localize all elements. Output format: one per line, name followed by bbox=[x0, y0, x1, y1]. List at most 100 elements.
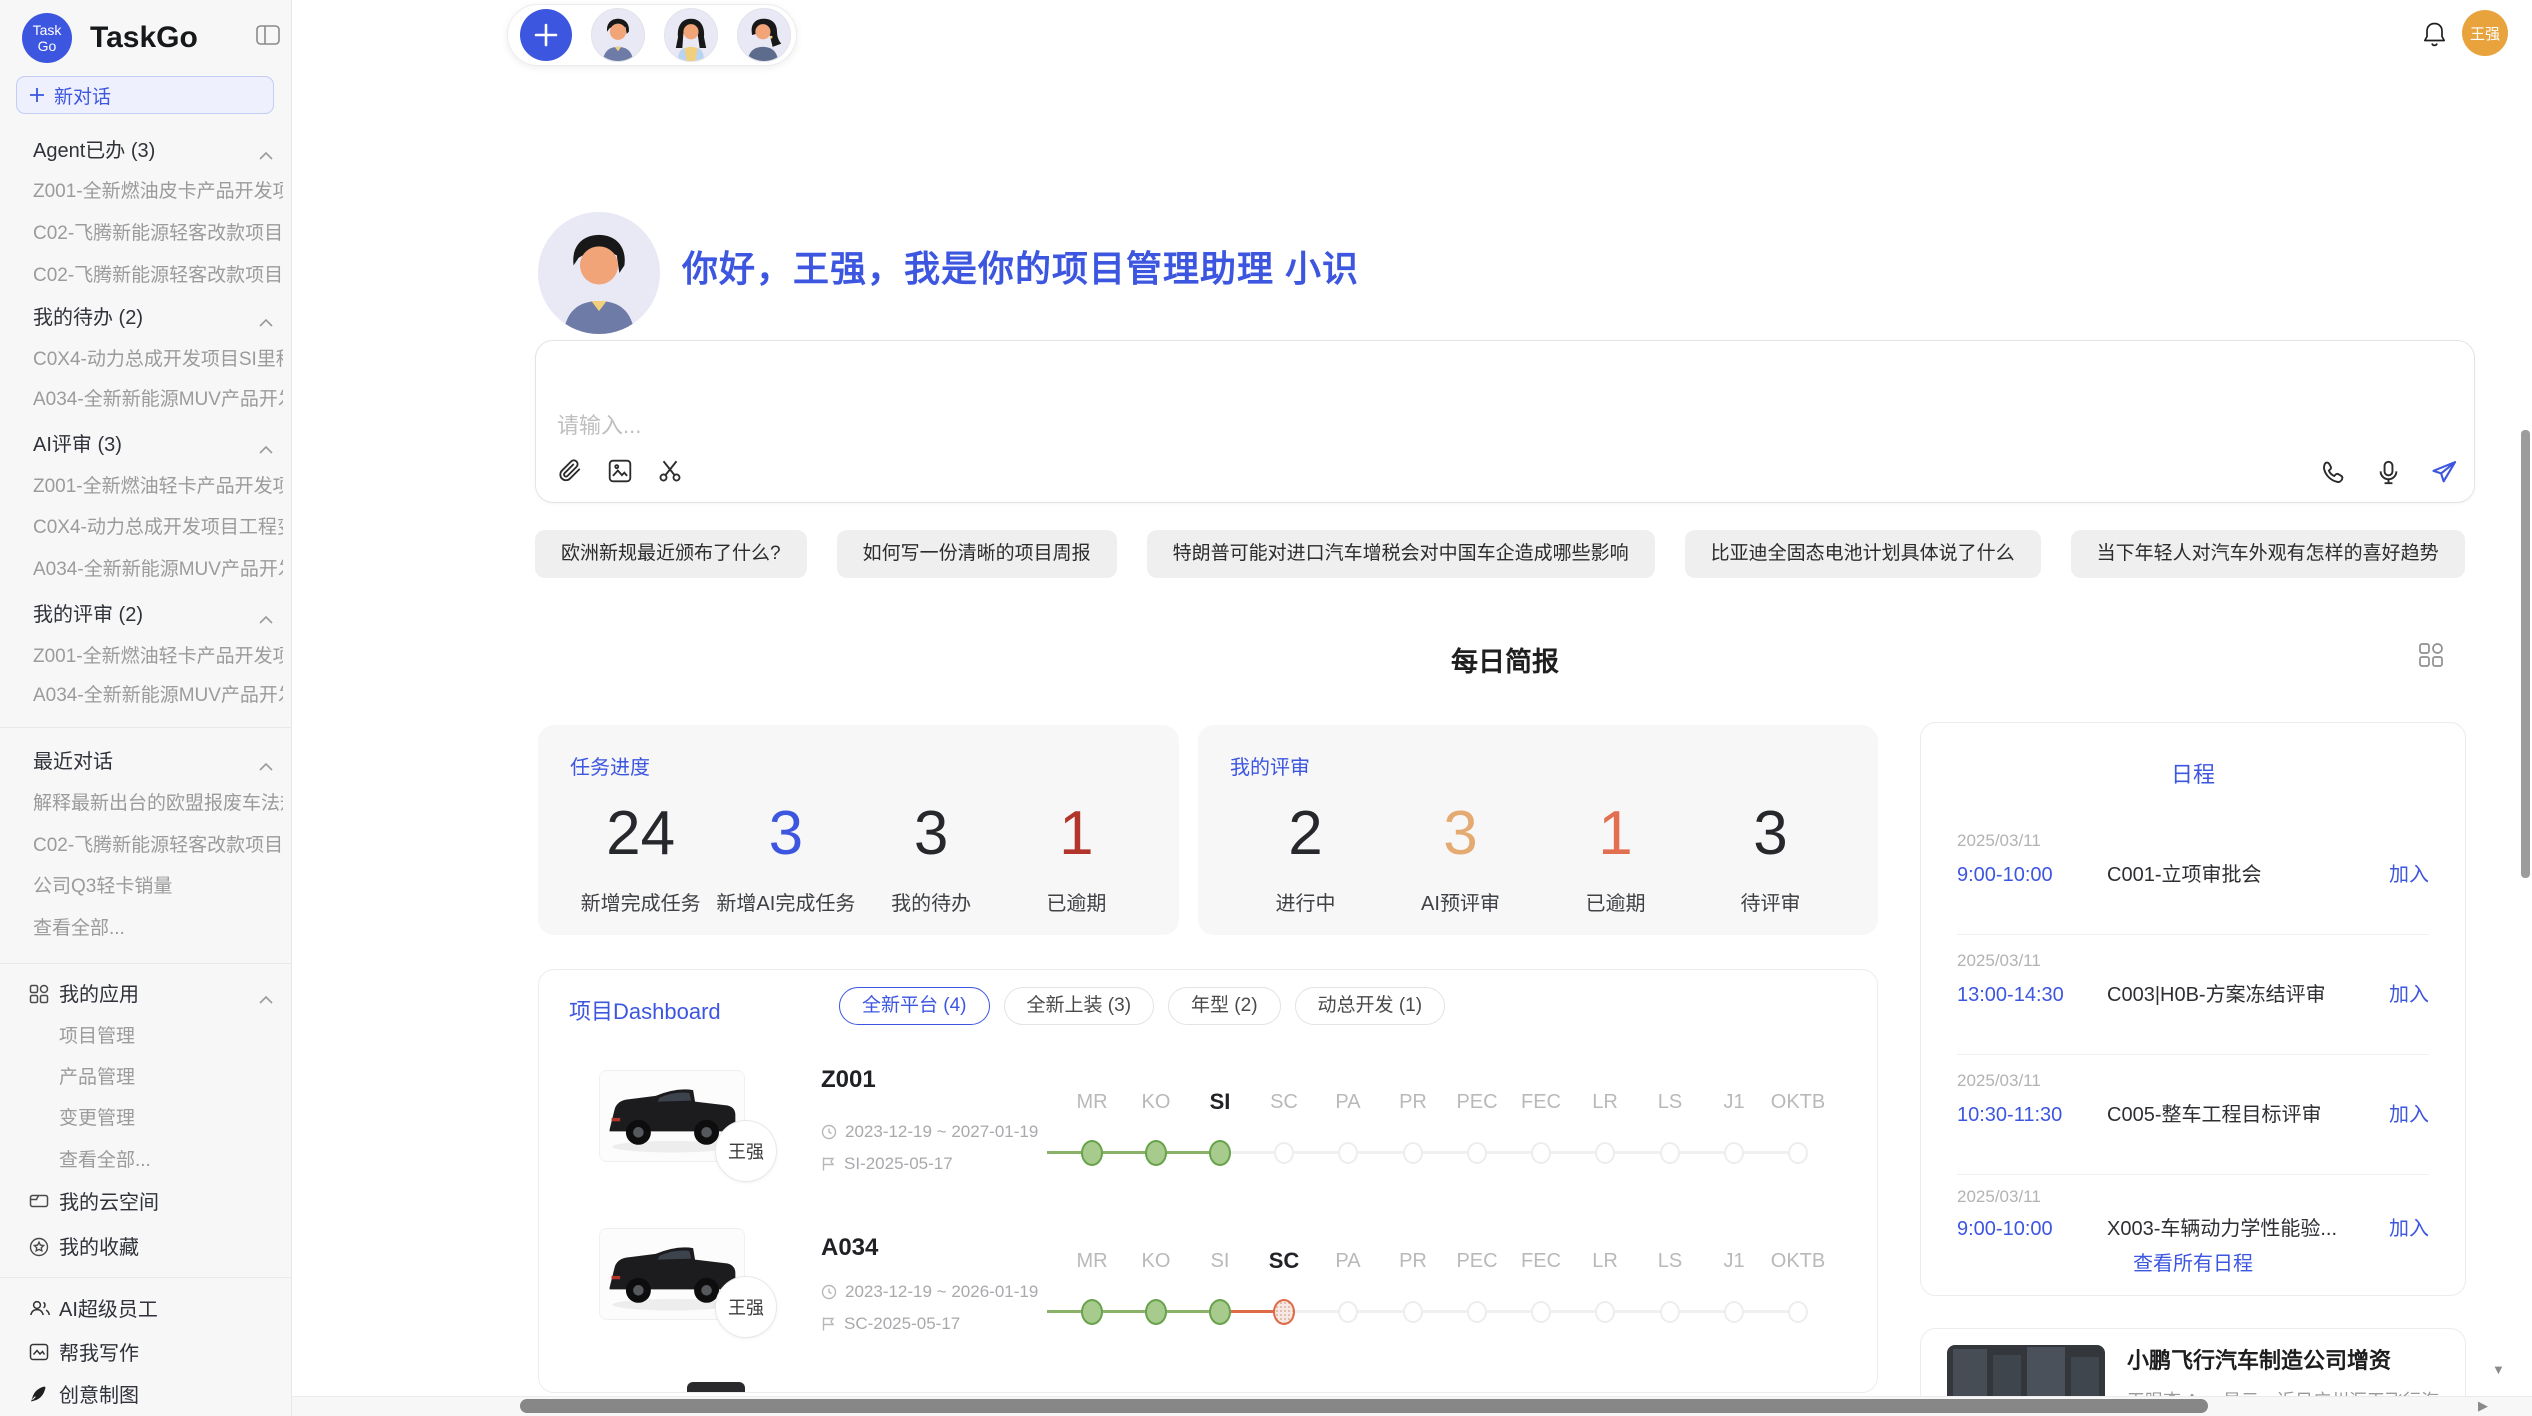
app-item-product-mgmt[interactable]: 产品管理 bbox=[59, 1064, 281, 1092]
image-upload-icon[interactable] bbox=[607, 458, 633, 484]
milestone-lr: LR bbox=[1573, 1247, 1637, 1323]
chat-input-box[interactable] bbox=[535, 340, 2475, 503]
app-item-project-mgmt[interactable]: 项目管理 bbox=[59, 1023, 281, 1051]
sidebar-item[interactable]: A034-全新新能源MUV产品开发项目法规符合性评审 bbox=[33, 556, 283, 584]
chevron-up-icon[interactable] bbox=[259, 441, 273, 450]
join-link[interactable]: 加入 bbox=[2389, 1213, 2429, 1245]
sidebar-item[interactable]: A034-全新新能源MUV产品开发项目计划变更表编写 bbox=[33, 386, 283, 414]
milestone-pr: PR bbox=[1381, 1088, 1445, 1164]
tab-year-model[interactable]: 年型 (2) bbox=[1168, 987, 1281, 1025]
send-icon[interactable] bbox=[2430, 458, 2458, 486]
milestone-oktb: OKTB bbox=[1766, 1088, 1830, 1164]
my-review-card: 我的评审 2进行中 3AI预评审 1已逾期 3待评审 bbox=[1198, 725, 1878, 935]
sidebar-item[interactable]: Z001-全新燃油皮卡产品开发项目SI节点Lesson Learn报告 bbox=[33, 178, 283, 206]
event-time: 9:00-10:00 bbox=[1957, 1213, 2053, 1245]
suggestion-chip[interactable]: 比亚迪全固态电池计划具体说了什么 bbox=[1685, 530, 2041, 578]
chevron-up-icon[interactable] bbox=[259, 147, 273, 156]
tab-powertrain[interactable]: 动总开发 (1) bbox=[1295, 987, 1446, 1025]
attachment-icon[interactable] bbox=[557, 458, 583, 484]
suggestion-chip[interactable]: 当下年轻人对汽车外观有怎样的喜好趋势 bbox=[2071, 530, 2465, 578]
horizontal-scrollbar[interactable] bbox=[520, 1399, 2208, 1413]
project-owner-avatar: 王强 bbox=[715, 1120, 777, 1182]
event-time: 13:00-14:30 bbox=[1957, 979, 2064, 1011]
recent-item[interactable]: C02-飞腾新能源轻客改款项目的闭环通告反馈情况 bbox=[33, 832, 283, 860]
recent-view-all[interactable]: 查看全部... bbox=[33, 915, 283, 943]
suggestion-chip[interactable]: 如何写一份清晰的项目周报 bbox=[837, 530, 1117, 578]
project-code[interactable]: Z001 bbox=[821, 1066, 876, 1094]
project-code[interactable]: A034 bbox=[821, 1234, 878, 1262]
sidebar-item[interactable]: C0X4-动力总成开发项目工程变更评审 bbox=[33, 514, 283, 542]
suggestion-chip[interactable]: 特朗普可能对进口汽车增税会对中国车企造成哪些影响 bbox=[1147, 530, 1655, 578]
voice-call-icon[interactable] bbox=[2320, 459, 2347, 486]
sidebar-item-favorites[interactable]: 我的收藏 bbox=[59, 1234, 281, 1262]
vertical-scrollbar[interactable] bbox=[2521, 430, 2530, 878]
join-link[interactable]: 加入 bbox=[2389, 979, 2429, 1011]
collapse-sidebar-icon[interactable] bbox=[256, 25, 280, 50]
clock-icon bbox=[821, 1284, 837, 1300]
section-title-my-review: 我的评审 (2) bbox=[33, 601, 255, 629]
sidebar-item[interactable]: Z001-全新燃油轻卡产品开发项目SI造型提交物评审 bbox=[33, 473, 283, 501]
agent-avatar[interactable] bbox=[737, 8, 791, 62]
user-avatar[interactable]: 王强 bbox=[2462, 10, 2508, 56]
notifications-bell-icon[interactable] bbox=[2422, 21, 2447, 54]
sidebar: Task Go TaskGo 新对话 Agent已办 (3) Z001-全新燃油… bbox=[0, 0, 292, 1416]
event-date: 2025/03/11 bbox=[1957, 949, 2041, 973]
recent-item[interactable]: 解释最新出台的欧盟报废车法规再生塑料比例被调至15%... bbox=[33, 790, 283, 818]
milestone-ls: LS bbox=[1638, 1247, 1702, 1323]
chevron-up-icon[interactable] bbox=[259, 758, 273, 767]
scroll-right-arrow[interactable]: ▶ bbox=[2478, 1399, 2488, 1412]
apps-grid-icon bbox=[29, 984, 49, 1004]
scroll-down-arrow[interactable]: ▼ bbox=[2492, 1363, 2505, 1376]
plus-icon bbox=[29, 87, 45, 103]
card-title: 我的评审 bbox=[1230, 751, 1310, 780]
sidebar-item-creative-drawing[interactable]: 创意制图 bbox=[59, 1382, 281, 1410]
assistant-avatar bbox=[538, 212, 660, 334]
sidebar-item[interactable]: C0X4-动力总成开发项目SI里程碑提交物检查 bbox=[33, 346, 283, 374]
sidebar-item-my-apps[interactable]: 我的应用 bbox=[59, 981, 281, 1009]
new-chat-button[interactable]: 新对话 bbox=[16, 76, 274, 114]
dashboard-title: 项目Dashboard bbox=[569, 994, 721, 1026]
screenshot-scissors-icon[interactable] bbox=[657, 458, 683, 484]
project-vehicle-image-partial bbox=[687, 1382, 745, 1393]
milestone-ko: KO bbox=[1124, 1247, 1188, 1325]
tab-new-platform[interactable]: 全新平台 (4) bbox=[839, 987, 990, 1025]
event-name: C003|H0B-方案冻结评审 bbox=[2107, 979, 2326, 1011]
milestone-lr: LR bbox=[1573, 1088, 1637, 1164]
join-link[interactable]: 加入 bbox=[2389, 1099, 2429, 1131]
sidebar-item[interactable]: C02-飞腾新能源轻客改款项目立项汇报方案 bbox=[33, 262, 283, 290]
chevron-up-icon[interactable] bbox=[259, 314, 273, 323]
add-agent-button[interactable] bbox=[520, 9, 572, 61]
app-item-change-mgmt[interactable]: 变更管理 bbox=[59, 1105, 281, 1133]
project-flag-milestone: SC-2025-05-17 bbox=[821, 1314, 960, 1334]
layout-grid-icon[interactable] bbox=[2418, 642, 2444, 673]
suggestion-chip[interactable]: 欧洲新规最近颁布了什么? bbox=[535, 530, 807, 578]
tab-new-body[interactable]: 全新上装 (3) bbox=[1004, 987, 1155, 1025]
agent-avatar[interactable] bbox=[664, 8, 718, 62]
apps-view-all[interactable]: 查看全部... bbox=[59, 1147, 281, 1175]
divider bbox=[0, 963, 291, 964]
app-window: Task Go TaskGo 新对话 Agent已办 (3) Z001-全新燃油… bbox=[0, 0, 2532, 1416]
sidebar-item-writing-helper[interactable]: 帮我写作 bbox=[59, 1340, 281, 1368]
stat-new-ai-done: 3新增AI完成任务 bbox=[713, 795, 858, 917]
stat-pending-review: 3待评审 bbox=[1693, 795, 1848, 917]
milestone-pr: PR bbox=[1381, 1247, 1445, 1323]
divider bbox=[1957, 1054, 2429, 1055]
chevron-up-icon[interactable] bbox=[259, 611, 273, 620]
recent-item[interactable]: 公司Q3轻卡销量 bbox=[33, 873, 283, 901]
sidebar-item-ai-staff[interactable]: AI超级员工 bbox=[59, 1296, 281, 1324]
sidebar-item[interactable]: Z001-全新燃油轻卡产品开发项目SI节点属性5D文件评审 bbox=[33, 643, 283, 671]
stat-in-progress: 2进行中 bbox=[1228, 795, 1383, 917]
join-link[interactable]: 加入 bbox=[2389, 859, 2429, 891]
chevron-up-icon[interactable] bbox=[259, 991, 273, 1000]
agent-avatar[interactable] bbox=[591, 8, 645, 62]
sidebar-item[interactable]: C02-飞腾新能源轻客改款项目里程碑画布 bbox=[33, 220, 283, 248]
sidebar-item[interactable]: A034-全新新能源MUV产品开发项目造型可行性评审 bbox=[33, 682, 283, 710]
project-date-range: 2023-12-19 ~ 2027-01-19 bbox=[821, 1122, 1038, 1142]
user-name: 王强 bbox=[2470, 23, 2500, 44]
composer-attachment-tools bbox=[557, 458, 683, 484]
sidebar-item-cloud-space[interactable]: 我的云空间 bbox=[59, 1189, 281, 1217]
microphone-icon[interactable] bbox=[2375, 459, 2402, 486]
view-all-schedule-link[interactable]: 查看所有日程 bbox=[1921, 1247, 2465, 1276]
schedule-event: 9:00-10:00 C001-立项审批会 加入 bbox=[1957, 859, 2429, 891]
milestone-ko: KO bbox=[1124, 1088, 1188, 1166]
